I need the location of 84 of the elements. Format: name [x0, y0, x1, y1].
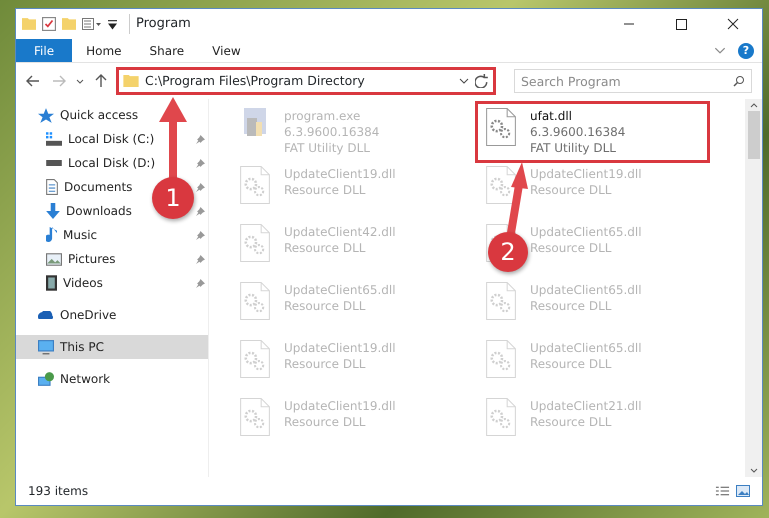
maximize-icon [676, 18, 686, 30]
pin-icon[interactable] [196, 206, 205, 216]
file-detail: Resource DLL [284, 182, 366, 198]
ribbon-tab[interactable]: Share [136, 39, 198, 62]
window-title: Program [129, 14, 191, 34]
sidebar-item[interactable]: Network [38, 370, 110, 388]
file-detail: Resource DLL [530, 182, 612, 198]
caret-icon [76, 78, 84, 84]
sidebar-item[interactable]: Quick access [38, 106, 138, 124]
scrollbar[interactable] [745, 99, 762, 477]
application-icon [243, 108, 267, 136]
document-icon [46, 179, 58, 195]
drive-icon [46, 132, 62, 146]
up-arrow-icon [95, 74, 107, 88]
file-detail: Resource DLL [284, 414, 366, 430]
sidebar-item[interactable]: This PC [38, 338, 104, 356]
gear-file-icon [486, 166, 516, 204]
back-arrow-icon [26, 75, 40, 87]
file-detail: Resource DLL [284, 298, 366, 314]
file-detail: Resource DLL [284, 356, 366, 372]
file-detail: FAT Utility DLL [284, 140, 370, 156]
checkmark-icon[interactable] [42, 17, 56, 31]
gear-file-icon [240, 224, 270, 262]
gear-file-icon [486, 108, 516, 146]
monitor-icon [38, 340, 54, 354]
gear-file-icon [486, 340, 516, 378]
drive-icon [46, 160, 62, 166]
caret-icon[interactable] [459, 78, 469, 84]
download-arrow-icon [46, 203, 60, 219]
file-detail: FAT Utility DLL [530, 140, 616, 156]
cloud-icon [38, 311, 54, 319]
search-icon[interactable] [733, 75, 745, 87]
sidebar-item[interactable]: OneDrive [38, 306, 116, 324]
properties-icon[interactable] [82, 17, 102, 31]
annotation-arrow [507, 162, 528, 234]
ribbon-tab[interactable]: File [16, 39, 72, 62]
gear-file-icon [240, 340, 270, 378]
address-bar[interactable]: C:\Program Files\Program Directory [116, 67, 496, 95]
star-icon [38, 108, 54, 122]
refresh-icon[interactable] [475, 74, 489, 88]
pin-icon[interactable] [196, 182, 205, 192]
sidebar-item[interactable]: Local Disk (C:) [46, 130, 154, 148]
folder-icon [123, 75, 139, 87]
gear-file-icon [486, 282, 516, 320]
sidebar-item[interactable]: Documents [46, 178, 132, 196]
pin-icon[interactable] [196, 230, 205, 240]
expand-ribbon-icon[interactable] [714, 47, 726, 54]
details-view-icon[interactable] [715, 486, 730, 496]
sidebar-item[interactable]: Downloads [46, 202, 132, 220]
ribbon-tab[interactable]: View [198, 39, 255, 62]
film-icon [46, 275, 57, 291]
large-icons-view-icon[interactable] [736, 485, 750, 497]
forward-arrow-icon [52, 75, 66, 87]
file-detail: Resource DLL [530, 298, 612, 314]
file-detail: 6.3.9600.16384 [284, 124, 380, 140]
sidebar-item[interactable]: Local Disk (D:) [46, 154, 156, 172]
search-field[interactable]: Search Program [514, 69, 752, 93]
minimize-icon [623, 23, 635, 25]
file-detail: Resource DLL [530, 240, 612, 256]
pin-icon[interactable] [196, 134, 205, 144]
sidebar-item[interactable]: Pictures [46, 250, 116, 268]
picture-icon [46, 252, 62, 266]
music-note-icon [46, 227, 57, 243]
pin-icon[interactable] [196, 158, 205, 168]
gear-file-icon [240, 282, 270, 320]
file-detail: Resource DLL [530, 414, 612, 430]
file-name[interactable]: ufat.dll [530, 108, 572, 124]
pin-icon[interactable] [196, 278, 205, 288]
sidebar-item[interactable]: Videos [46, 274, 103, 292]
file-detail: 6.3.9600.16384 [530, 124, 626, 140]
close-icon [727, 18, 739, 30]
gear-file-icon [240, 166, 270, 204]
network-icon [38, 372, 54, 386]
file-detail: Resource DLL [530, 356, 612, 372]
gear-file-icon [240, 398, 270, 436]
item-count: 193 items [28, 483, 88, 500]
scroll-thumb[interactable] [748, 111, 760, 159]
sidebar-item[interactable]: Music [46, 226, 98, 244]
gear-file-icon [486, 398, 516, 436]
customize-caret-icon[interactable] [108, 17, 117, 31]
help-button[interactable]: ? [738, 42, 754, 58]
ribbon-tab[interactable]: Home [72, 39, 136, 62]
pin-icon[interactable] [196, 254, 205, 264]
file-detail: Resource DLL [284, 240, 366, 256]
